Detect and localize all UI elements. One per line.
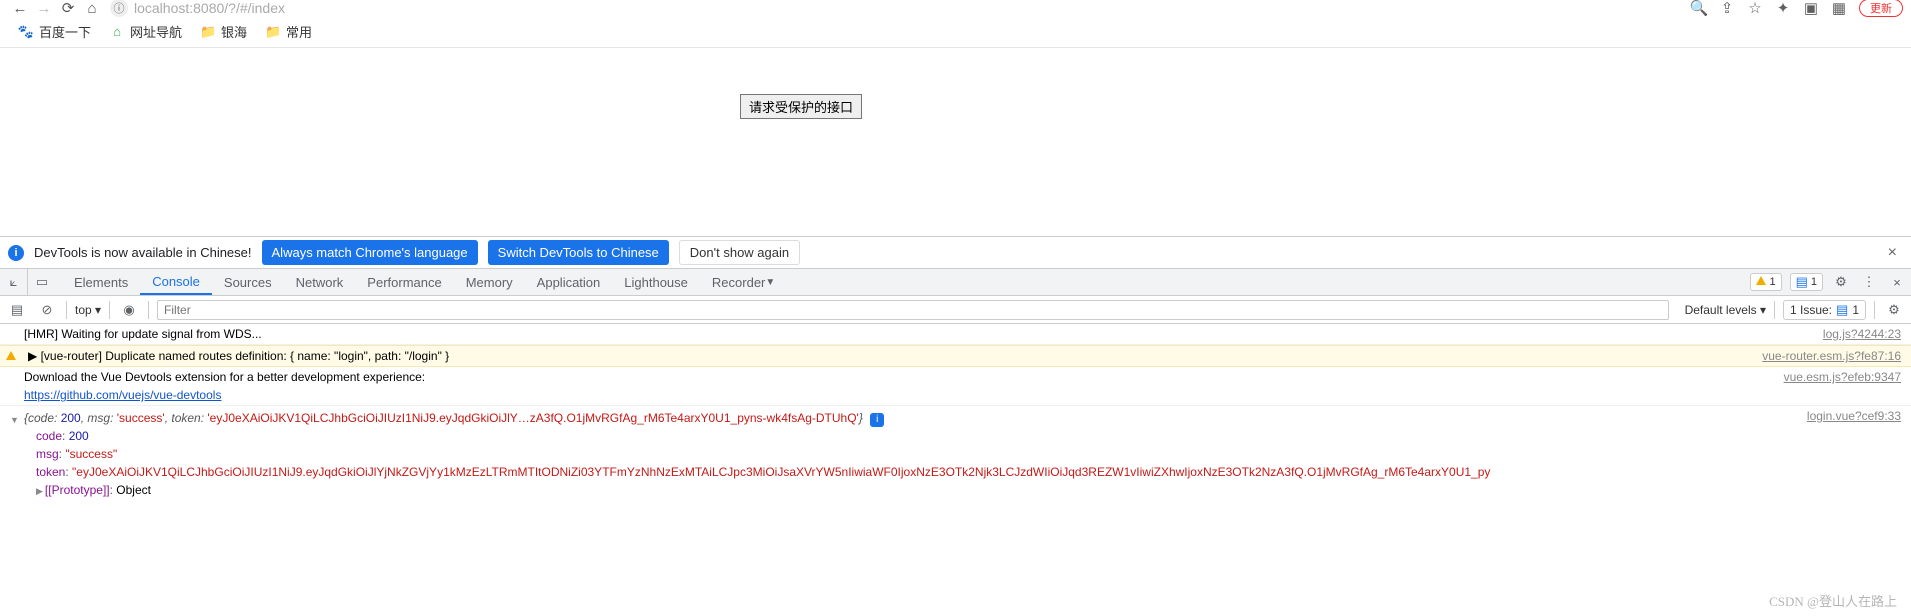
filter-input[interactable] <box>157 300 1669 320</box>
close-icon[interactable]: × <box>1882 244 1903 262</box>
issues-badge[interactable]: 1 Issue: ▤1 <box>1783 300 1866 320</box>
warning-line: ▶ [vue-router] Duplicate named routes de… <box>0 345 1911 367</box>
bookmark-folder[interactable]: 📁 银海 <box>200 22 247 41</box>
baidu-icon: 🐾 <box>18 24 34 40</box>
dont-show-button[interactable]: Don't show again <box>679 240 800 265</box>
profile-icon[interactable]: ▦ <box>1825 0 1853 17</box>
source-link[interactable]: vue.esm.js?efeb:9347 <box>1784 368 1901 386</box>
message-icon: ▤ <box>1796 274 1808 290</box>
console-toolbar: ▤ ⊘ top ▾ ◉ Default levels ▾ 1 Issue: ▤1… <box>0 296 1911 324</box>
watermark: CSDN @登山人在路上 <box>1769 591 1897 610</box>
bookmark-label: 网址导航 <box>130 22 182 41</box>
request-protected-button[interactable]: 请求受保护的接口 <box>740 94 862 119</box>
expand-caret[interactable] <box>10 410 19 429</box>
close-devtools-icon[interactable]: × <box>1883 269 1911 295</box>
back-icon[interactable]: ← <box>8 0 32 17</box>
kebab-icon[interactable]: ⋮ <box>1855 269 1883 295</box>
log-levels-selector[interactable]: Default levels ▾ <box>1685 303 1766 317</box>
bookmark-folder[interactable]: 📁 常用 <box>265 22 312 41</box>
context-selector[interactable]: top ▾ <box>75 303 101 317</box>
share-icon[interactable]: ⇪ <box>1713 0 1741 17</box>
info-badge-icon[interactable]: i <box>870 413 884 427</box>
bookmark-label: 百度一下 <box>39 22 91 41</box>
warning-text: ▶ [vue-router] Duplicate named routes de… <box>28 349 449 363</box>
source-link[interactable]: vue-router.esm.js?fe87:16 <box>1762 347 1901 365</box>
log-line: [HMR] Waiting for update signal from WDS… <box>0 324 1911 345</box>
tab-performance[interactable]: Performance <box>355 269 453 295</box>
bookmarks-bar: 🐾 百度一下 ⌂ 网址导航 📁 银海 📁 常用 <box>0 16 1911 48</box>
gear-icon[interactable]: ⚙ <box>1827 269 1855 295</box>
gear-icon[interactable]: ⚙ <box>1883 302 1905 318</box>
bookmark-nav[interactable]: ⌂ 网址导航 <box>109 22 182 41</box>
bookmark-label: 常用 <box>286 22 312 41</box>
message-icon: ▤ <box>1836 302 1848 318</box>
bookmark-baidu[interactable]: 🐾 百度一下 <box>18 22 91 41</box>
tab-console[interactable]: Console <box>140 269 212 295</box>
eye-icon[interactable]: ◉ <box>118 302 140 318</box>
warnings-badge[interactable]: 1 <box>1750 273 1781 291</box>
tab-application[interactable]: Application <box>525 269 613 295</box>
expand-caret[interactable] <box>36 483 43 497</box>
tab-lighthouse[interactable]: Lighthouse <box>612 269 700 295</box>
tab-network[interactable]: Network <box>284 269 356 295</box>
page-content: 请求受保护的接口 <box>0 48 1911 236</box>
messages-badge[interactable]: ▤1 <box>1790 273 1823 291</box>
inspect-icon[interactable]: ⟀ <box>0 269 28 295</box>
tab-recorder[interactable]: Recorder ▼ <box>700 269 787 295</box>
console-output: [HMR] Waiting for update signal from WDS… <box>0 324 1911 501</box>
log-line: Download the Vue Devtools extension for … <box>0 367 1911 406</box>
url-text[interactable]: localhost:8080/?/#/index <box>134 0 1685 16</box>
forward-icon[interactable]: → <box>32 0 56 17</box>
info-text: DevTools is now available in Chinese! <box>34 245 252 260</box>
update-button[interactable]: 更新 <box>1859 0 1903 17</box>
clear-console-icon[interactable]: ⊘ <box>36 302 58 318</box>
always-match-lang-button[interactable]: Always match Chrome's language <box>262 240 478 265</box>
search-icon[interactable]: 🔍 <box>1685 0 1713 17</box>
sidebar-toggle-icon[interactable]: ▤ <box>6 302 28 318</box>
site-info-icon[interactable]: ⓘ <box>110 0 128 17</box>
switch-lang-button[interactable]: Switch DevTools to Chinese <box>488 240 669 265</box>
devtools-link[interactable]: https://github.com/vuejs/vue-devtools <box>24 388 221 402</box>
home-icon[interactable]: ⌂ <box>80 0 104 17</box>
folder-icon: 📁 <box>265 24 281 40</box>
tab-elements[interactable]: Elements <box>62 269 140 295</box>
log-text: Download the Vue Devtools extension for … <box>24 370 425 384</box>
bookmark-icon[interactable]: ☆ <box>1741 0 1769 17</box>
reload-icon[interactable]: ⟳ <box>56 0 80 17</box>
tabs-icon[interactable]: ▣ <box>1797 0 1825 17</box>
devtools-tabs: ⟀ ▭ Elements Console Sources Network Per… <box>0 268 1911 296</box>
source-link[interactable]: log.js?4244:23 <box>1823 325 1901 343</box>
address-bar: ← → ⟳ ⌂ ⓘ localhost:8080/?/#/index 🔍 ⇪ ☆… <box>0 0 1911 16</box>
puzzle-icon[interactable]: ✦ <box>1769 0 1797 17</box>
object-log: {code: 200, msg: 'success', token: 'eyJ0… <box>0 408 1911 501</box>
folder-icon: 📁 <box>200 24 216 40</box>
devtools-info-bar: i DevTools is now available in Chinese! … <box>0 236 1911 268</box>
nav-icon: ⌂ <box>109 24 125 40</box>
log-text: [HMR] Waiting for update signal from WDS… <box>24 327 262 341</box>
bookmark-label: 银海 <box>221 22 247 41</box>
info-icon: i <box>8 245 24 261</box>
device-icon[interactable]: ▭ <box>28 269 56 295</box>
tab-memory[interactable]: Memory <box>454 269 525 295</box>
warning-icon <box>1756 276 1766 288</box>
tab-sources[interactable]: Sources <box>212 269 284 295</box>
